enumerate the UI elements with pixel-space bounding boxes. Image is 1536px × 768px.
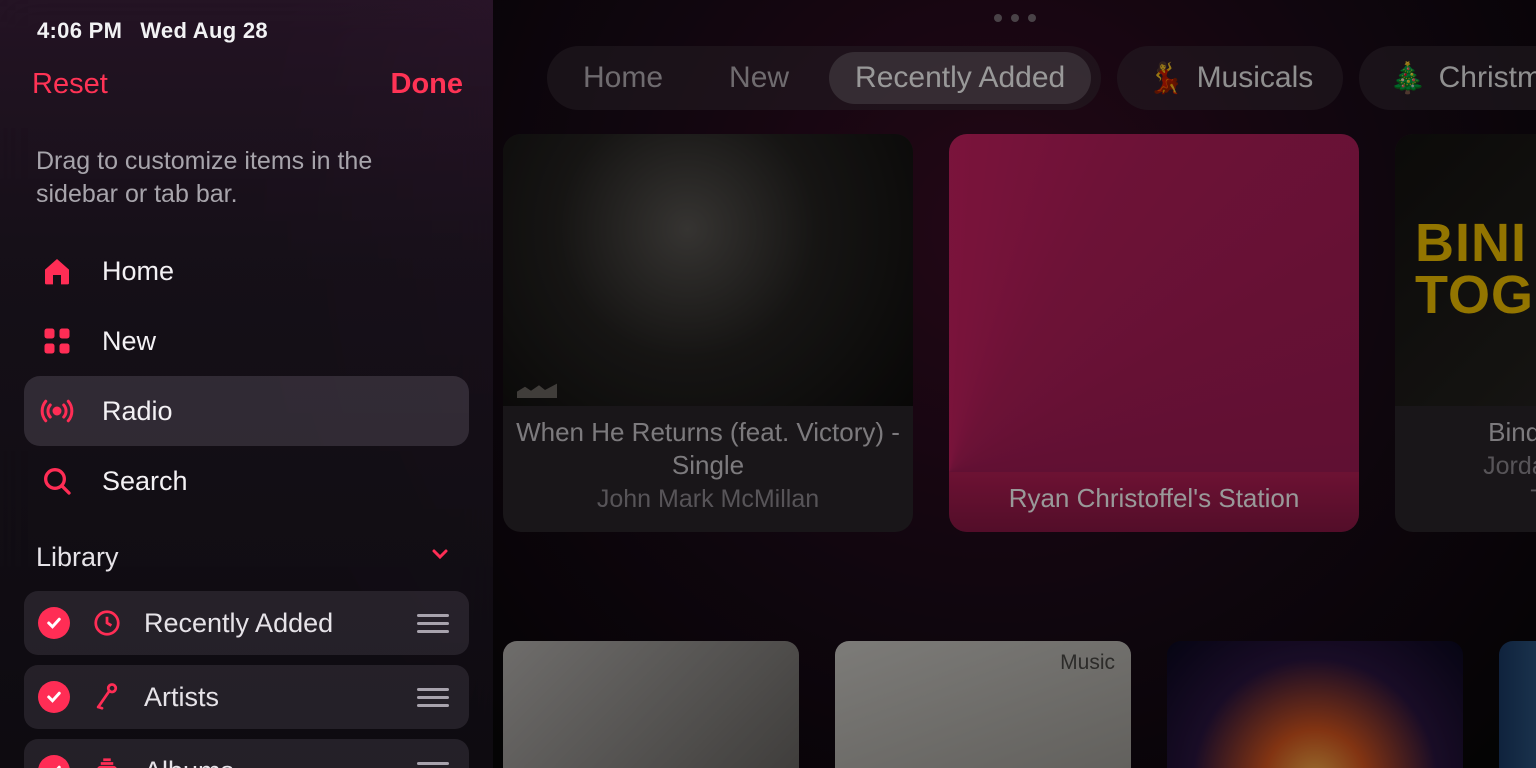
dim-overlay xyxy=(493,0,1536,768)
clock-icon xyxy=(90,608,124,638)
nav-label: Radio xyxy=(102,396,173,427)
status-date: Wed Aug 28 xyxy=(140,18,268,44)
library-item-recently-added[interactable]: Recently Added xyxy=(24,591,469,655)
main-content: Home New Recently Added 💃 Musicals 🎄 Chr… xyxy=(493,0,1536,768)
library-list: Recently Added Artists xyxy=(15,573,478,768)
library-item-albums[interactable]: Albums xyxy=(24,739,469,768)
done-button[interactable]: Done xyxy=(391,68,464,101)
edit-topbar: Reset Done xyxy=(15,44,478,101)
mic-icon xyxy=(90,682,124,712)
library-item-label: Albums xyxy=(144,756,397,768)
library-section-header[interactable]: Library xyxy=(15,516,478,573)
sidebar-item-new[interactable]: New xyxy=(24,306,469,376)
radio-icon xyxy=(38,393,76,429)
sidebar-item-home[interactable]: Home xyxy=(24,236,469,306)
check-icon[interactable] xyxy=(38,607,70,639)
drag-handle-icon[interactable] xyxy=(417,688,455,707)
sidebar-nav-list: Home New Radio Search xyxy=(15,210,478,516)
edit-instruction: Drag to customize items in the sidebar o… xyxy=(15,101,435,210)
grid-icon xyxy=(38,326,76,356)
nav-label: Home xyxy=(102,256,174,287)
drag-handle-icon[interactable] xyxy=(417,614,455,633)
check-icon[interactable] xyxy=(38,681,70,713)
check-icon[interactable] xyxy=(38,755,70,768)
status-bar: 4:06 PM Wed Aug 28 xyxy=(15,12,478,44)
nav-label: New xyxy=(102,326,156,357)
nav-label: Search xyxy=(102,466,188,497)
status-time: 4:06 PM xyxy=(37,18,122,44)
stack-icon xyxy=(90,756,124,768)
library-item-label: Artists xyxy=(144,682,397,713)
sidebar-item-search[interactable]: Search xyxy=(24,446,469,516)
sidebar: 4:06 PM Wed Aug 28 Reset Done Drag to cu… xyxy=(0,0,493,768)
chevron-down-icon xyxy=(428,542,452,573)
library-item-artists[interactable]: Artists xyxy=(24,665,469,729)
library-header-label: Library xyxy=(36,542,119,573)
reset-button[interactable]: Reset xyxy=(32,68,108,101)
library-item-label: Recently Added xyxy=(144,608,397,639)
drag-handle-icon[interactable] xyxy=(417,762,455,768)
sidebar-item-radio[interactable]: Radio xyxy=(24,376,469,446)
search-icon xyxy=(38,465,76,497)
home-icon xyxy=(38,255,76,287)
